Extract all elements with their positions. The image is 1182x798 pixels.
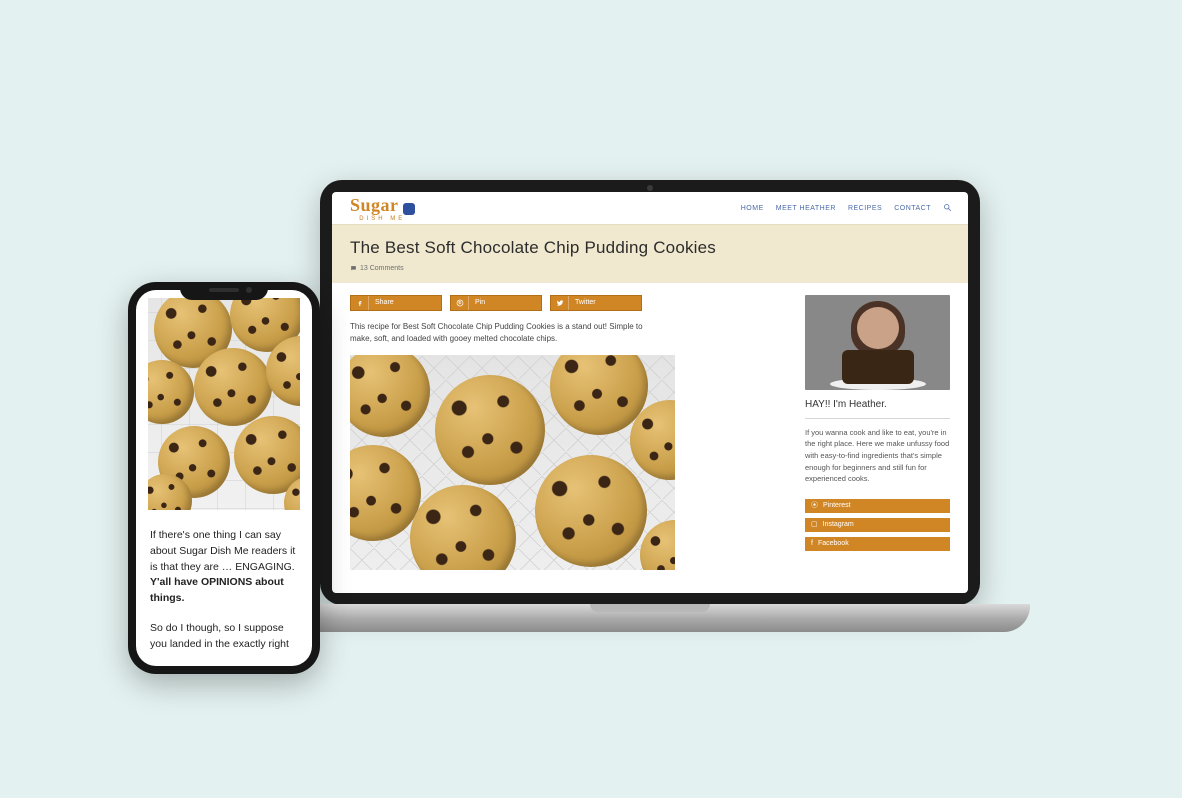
nav-contact[interactable]: CONTACT [894,204,931,213]
phone-p1-bold: Y'all have OPINIONS about things. [150,576,284,604]
pinterest-icon [451,296,469,310]
twitter-icon [551,296,569,310]
phone-paragraph-2: So do I though, so I suppose you landed … [150,621,298,653]
post-title: The Best Soft Chocolate Chip Pudding Coo… [350,237,950,260]
share-row: Share Pin Twitter [350,295,783,311]
social-pinterest-link[interactable]: ⦿ Pinterest [805,499,950,513]
social-label: Facebook [818,539,849,548]
share-label: Twitter [569,298,602,307]
social-label: Pinterest [823,501,851,510]
site-logo[interactable]: Sugar DISH ME [350,196,415,222]
phone-notch [180,282,268,300]
nav-meet-heather[interactable]: MEET HEATHER [776,204,836,213]
main-column: Share Pin Twitter This recipe for [350,295,783,570]
logo-text: Sugar [350,195,399,215]
laptop-hinge-notch [590,604,710,612]
laptop-camera [647,185,653,191]
share-label: Share [369,298,400,307]
author-heading: HAY!! I'm Heather. [805,398,950,412]
search-icon[interactable] [943,203,952,215]
facebook-icon: f [811,539,813,548]
phone-p1-text: If there's one thing I can say about Sug… [150,529,295,573]
author-photo [805,295,950,390]
laptop-screen: Sugar DISH ME HOME MEET HEATHER RECIPES … [332,192,968,593]
comments-count: 13 Comments [360,264,404,273]
blog-site: Sugar DISH ME HOME MEET HEATHER RECIPES … [332,192,968,570]
sidebar-divider [805,418,950,419]
laptop-base [270,604,1030,632]
logo-mark-icon [403,203,415,215]
share-pinterest-button[interactable]: Pin [450,295,542,311]
main-nav: HOME MEET HEATHER RECIPES CONTACT [741,203,952,215]
facebook-icon [351,296,369,310]
nav-recipes[interactable]: RECIPES [848,204,882,213]
author-bio: If you wanna cook and like to eat, you'r… [805,427,950,485]
phone-article: If there's one thing I can say about Sug… [136,290,312,652]
share-twitter-button[interactable]: Twitter [550,295,642,311]
social-links: ⦿ Pinterest ▢ Instagram f Facebook [805,499,950,551]
nav-home[interactable]: HOME [741,204,764,213]
phone-hero-image [148,298,300,510]
content-row: Share Pin Twitter This recipe for [332,283,968,570]
laptop-bezel: Sugar DISH ME HOME MEET HEATHER RECIPES … [320,180,980,605]
comment-icon [350,265,357,272]
instagram-icon: ▢ [811,520,818,529]
phone-mockup: If there's one thing I can say about Sug… [128,282,320,674]
social-instagram-link[interactable]: ▢ Instagram [805,518,950,532]
phone-bezel: If there's one thing I can say about Sug… [128,282,320,674]
hero-image [350,355,675,570]
share-label: Pin [469,298,491,307]
phone-screen: If there's one thing I can say about Sug… [136,290,312,666]
phone-paragraph-1: If there's one thing I can say about Sug… [150,528,298,607]
social-facebook-link[interactable]: f Facebook [805,537,950,551]
sidebar: HAY!! I'm Heather. If you wanna cook and… [805,295,950,570]
laptop-mockup: Sugar DISH ME HOME MEET HEATHER RECIPES … [320,180,1030,632]
title-band: The Best Soft Chocolate Chip Pudding Coo… [332,224,968,283]
logo-tagline: DISH ME [359,216,405,222]
comments-link[interactable]: 13 Comments [350,264,950,273]
pinterest-icon: ⦿ [811,501,818,510]
social-label: Instagram [823,520,854,529]
share-facebook-button[interactable]: Share [350,295,442,311]
site-header: Sugar DISH ME HOME MEET HEATHER RECIPES … [332,192,968,224]
post-intro: This recipe for Best Soft Chocolate Chip… [350,321,660,345]
